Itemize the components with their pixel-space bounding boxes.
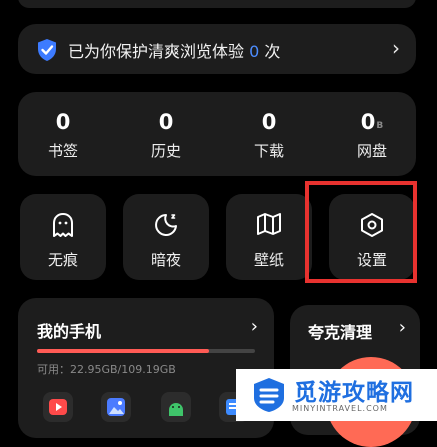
watermark-subtitle: MINYINTRAVEL.COM <box>292 404 388 413</box>
gallery-app-icon[interactable] <box>101 392 131 422</box>
watermark-logo-icon <box>254 378 284 412</box>
chevron-right-icon: › <box>392 36 400 60</box>
protection-text: 已为你保护清爽浏览体验 0 次 <box>68 42 281 61</box>
android-app-icon[interactable] <box>161 392 191 422</box>
stat-cloud-drive[interactable]: 0B 网盘 <box>337 110 407 161</box>
stat-bookmarks[interactable]: 0 书签 <box>28 110 98 161</box>
stat-history[interactable]: 0 历史 <box>131 110 201 161</box>
storage-progress-fill <box>37 349 210 353</box>
previous-card-edge <box>18 0 416 8</box>
protection-banner[interactable]: 已为你保护清爽浏览体验 0 次 › <box>18 24 416 74</box>
stat-downloads[interactable]: 0 下载 <box>234 110 304 161</box>
stat-value: 0B <box>360 110 384 134</box>
stat-label: 网盘 <box>356 142 387 160</box>
moon-icon <box>153 212 179 242</box>
my-phone-title: 我的手机 <box>37 322 102 341</box>
quark-clean-title: 夸克清理 <box>308 323 373 342</box>
tool-incognito-button[interactable]: 无痕 <box>20 194 106 280</box>
ghost-icon <box>51 212 75 242</box>
stat-value: 0 <box>158 110 174 134</box>
tool-label: 暗夜 <box>150 251 181 269</box>
protection-count: 0 <box>249 42 260 61</box>
stat-label: 历史 <box>150 142 181 160</box>
stat-label: 下载 <box>253 142 284 160</box>
tool-night-mode-button[interactable]: 暗夜 <box>123 194 209 280</box>
tool-label: 无痕 <box>47 251 78 269</box>
site-watermark: 觅游攻略网 MINYINTRAVEL.COM <box>236 369 437 421</box>
stat-value: 0 <box>261 110 277 134</box>
stat-value: 0 <box>55 110 71 134</box>
stats-card: 0 书签 0 历史 0 下载 0B 网盘 <box>18 92 416 176</box>
stat-label: 书签 <box>47 142 78 160</box>
tool-wallpaper-button[interactable]: 壁纸 <box>226 194 312 280</box>
stat-unit: B <box>376 121 384 131</box>
map-book-icon <box>256 212 282 240</box>
shield-icon <box>36 38 58 66</box>
chevron-right-icon: › <box>398 317 406 338</box>
chevron-right-icon: › <box>250 316 258 337</box>
settings-highlight-box <box>305 181 417 283</box>
watermark-title: 觅游攻略网 <box>294 380 414 406</box>
storage-progress-bar <box>37 349 255 353</box>
storage-text: 可用：22.95GB/109.19GB <box>37 363 176 376</box>
video-app-icon[interactable] <box>43 392 73 422</box>
tool-label: 壁纸 <box>253 251 284 269</box>
